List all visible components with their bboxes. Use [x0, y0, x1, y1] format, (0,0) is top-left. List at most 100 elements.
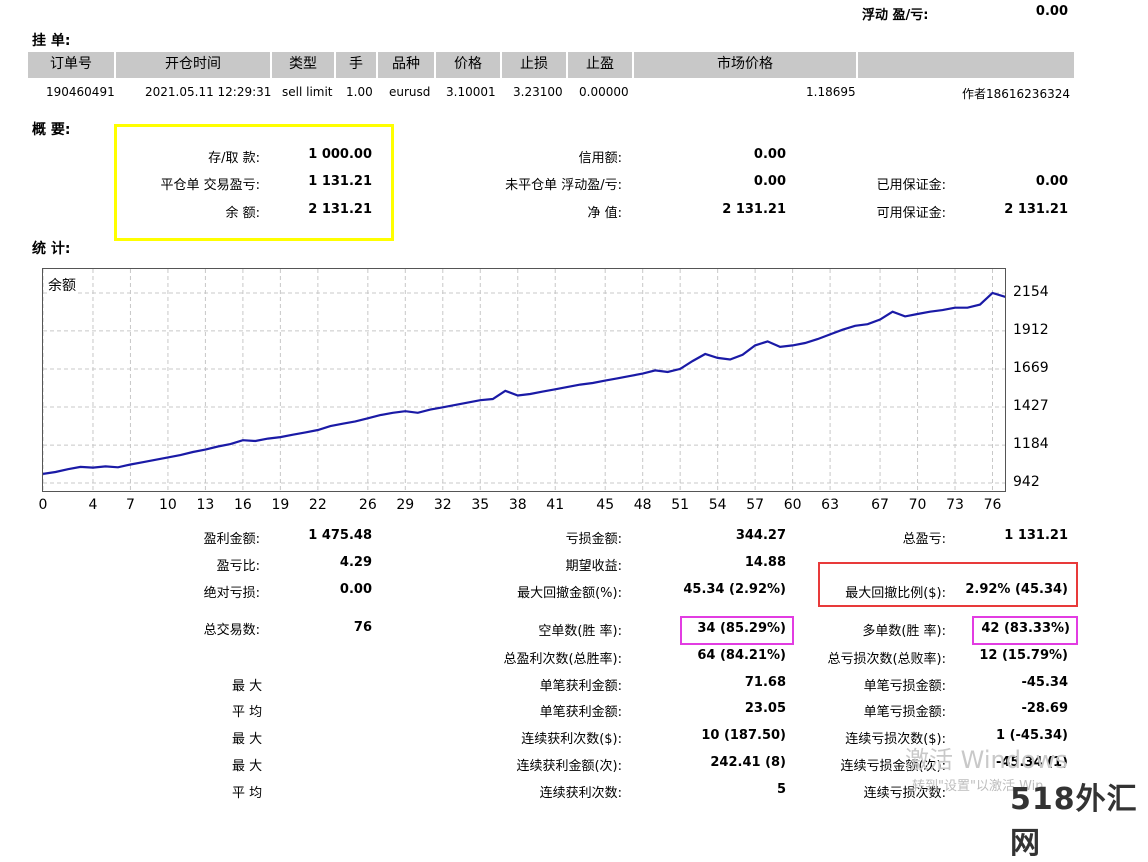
balance-chart: 余额 [42, 268, 1006, 492]
x-tick-label: 48 [633, 497, 652, 513]
abs-drawdown-value: 0.00 [339, 582, 372, 597]
cell-lots: 1.00 [346, 85, 373, 99]
y-tick-label: 1912 [1013, 321, 1049, 338]
x-tick-label: 38 [508, 497, 527, 513]
x-tick-label: 73 [946, 497, 964, 513]
balance-series-line [43, 291, 1005, 475]
equity-label: 净 值: [587, 206, 622, 221]
col-tp: 止盈 [568, 52, 634, 78]
cons-profit-label: 连续获利金额(次): [516, 759, 622, 774]
total-trades-label: 总交易数: [203, 623, 260, 638]
avg-cons-wins-label: 连续获利次数: [539, 786, 622, 801]
total-pl-value: 1 131.21 [1004, 528, 1068, 543]
max-drawdown-value: 45.34 (2.92%) [683, 582, 786, 597]
deposit-label: 存/取 款: [208, 151, 260, 166]
profit-factor-label: 盈亏比: [216, 559, 260, 574]
stats-section-title: 统 计: [32, 241, 71, 257]
x-tick-label: 63 [821, 497, 839, 513]
col-time: 开仓时间 [116, 52, 272, 78]
credit-label: 信用额: [578, 151, 622, 166]
loss-count-label: 总亏损次数(总败率): [827, 652, 946, 667]
closed-pl-label: 平仓单 交易盈亏: [160, 178, 260, 193]
col-comment [858, 52, 1074, 78]
y-tick-label: 1427 [1013, 397, 1049, 414]
x-tick-label: 51 [671, 497, 690, 513]
y-tick-label: 1184 [1013, 436, 1049, 453]
cons-wins-value: 10 (187.50) [701, 728, 786, 743]
total-pl-label: 总盈亏: [902, 532, 946, 547]
short-trades-value: 34 (85.29%) [697, 621, 786, 636]
col-price: 价格 [436, 52, 502, 78]
margin-label: 已用保证金: [876, 178, 946, 193]
total-trades-value: 76 [353, 620, 372, 635]
max-loss-label: 单笔亏损金额: [863, 679, 946, 694]
equity-value: 2 131.21 [722, 202, 786, 217]
long-trades-label: 多单数(胜 率): [862, 624, 946, 639]
closed-pl-value: 1 131.21 [308, 174, 372, 189]
x-tick-label: 26 [358, 497, 377, 513]
floating-pl-value: 0.00 [1035, 4, 1068, 19]
x-tick-label: 7 [125, 497, 135, 513]
profit-factor-value: 4.29 [339, 555, 372, 570]
short-trades-label: 空单数(胜 率): [538, 624, 622, 639]
x-tick-label: 45 [596, 497, 615, 513]
x-tick-label: 0 [38, 497, 48, 513]
col-sl: 止损 [502, 52, 568, 78]
cons-wins-label: 连续获利次数($): [521, 732, 622, 747]
open-pl-value: 0.00 [753, 174, 786, 189]
pending-table-header: 订单号 开仓时间 类型 手 品种 价格 止损 止盈 市场价格 [28, 52, 1074, 78]
col-order: 订单号 [28, 52, 116, 78]
cell-sl: 3.23100 [513, 85, 563, 99]
y-tick-label: 942 [1013, 474, 1040, 490]
chart-title: 余额 [48, 275, 76, 295]
gross-loss-label: 亏损金额: [565, 532, 622, 547]
floating-pl-label: 浮动 盈/亏: [862, 8, 929, 23]
x-tick-label: 13 [196, 497, 215, 513]
max-label-3: 最 大 [232, 759, 263, 774]
open-pl-label: 未平仓单 浮动盈/亏: [505, 178, 622, 193]
gross-profit-label: 盈利金额: [203, 532, 260, 547]
x-tick-label: 41 [546, 497, 565, 513]
summary-section-title: 概 要: [32, 122, 71, 138]
avg-cons-wins-value: 5 [776, 782, 786, 797]
avg-win-value: 23.05 [744, 701, 786, 716]
avg-label-1: 平 均 [232, 705, 263, 720]
pending-section-title: 挂 单: [32, 33, 71, 49]
x-tick-label: 32 [433, 497, 452, 513]
cell-type: sell limit [282, 85, 333, 99]
win-count-label: 总盈利次数(总胜率): [503, 652, 622, 667]
rel-drawdown-label: 最大回撤比例($): [845, 586, 946, 601]
gross-loss-value: 344.27 [735, 528, 786, 543]
col-market: 市场价格 [634, 52, 858, 78]
x-tick-label: 76 [983, 497, 1002, 513]
cell-price: 3.10001 [446, 85, 496, 99]
x-tick-label: 60 [783, 497, 802, 513]
x-tick-label: 19 [271, 497, 290, 513]
cell-symbol: eurusd [389, 85, 431, 99]
cell-time: 2021.05.11 12:29:31 [145, 85, 272, 99]
max-win-value: 71.68 [744, 675, 786, 690]
x-tick-label: 67 [871, 497, 889, 513]
long-trades-value: 42 (83.33%) [981, 621, 1070, 636]
windows-activation-watermark: 激活 Windows [905, 746, 1068, 774]
balance-chart-svg [43, 269, 1005, 491]
win-count-value: 64 (84.21%) [697, 648, 786, 663]
max-loss-value: -45.34 [1021, 675, 1068, 690]
expected-label: 期望收益: [565, 559, 622, 574]
free-margin-value: 2 131.21 [1004, 202, 1068, 217]
margin-value: 0.00 [1035, 174, 1068, 189]
rel-drawdown-value: 2.92% (45.34) [965, 582, 1068, 597]
y-tick-label: 1669 [1013, 360, 1049, 377]
abs-drawdown-label: 绝对亏损: [203, 586, 260, 601]
max-win-label: 单笔获利金额: [539, 679, 622, 694]
cell-tp: 0.00000 [579, 85, 629, 99]
cell-order: 190460491 [46, 85, 115, 99]
deposit-value: 1 000.00 [308, 147, 372, 162]
col-symbol: 品种 [378, 52, 436, 78]
avg-label-2: 平 均 [232, 786, 263, 801]
gross-profit-value: 1 475.48 [308, 528, 372, 543]
x-tick-label: 22 [308, 497, 327, 513]
cons-profit-value: 242.41 (8) [710, 755, 786, 770]
free-margin-label: 可用保证金: [876, 206, 946, 221]
max-label-2: 最 大 [232, 732, 263, 747]
